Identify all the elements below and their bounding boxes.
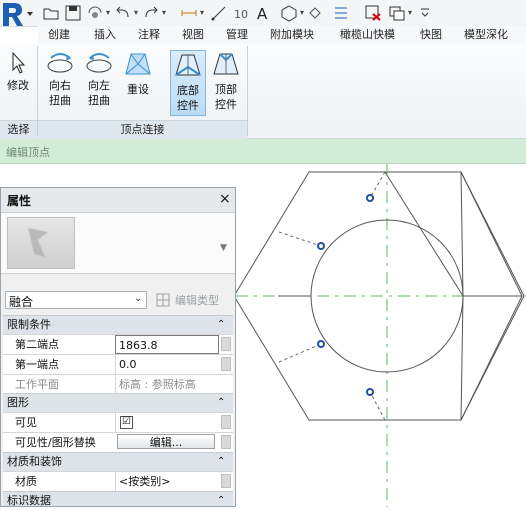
collapse-icon: ⌃ xyxy=(217,319,226,330)
vertex-control[interactable] xyxy=(366,388,374,396)
vertex-control[interactable] xyxy=(317,242,325,250)
panel-vertex-connect-label: 顶点连接 xyxy=(38,120,247,139)
bottom-control-icon xyxy=(175,54,201,76)
type-thumbnail xyxy=(7,217,75,269)
instance-filter-value: 融合 xyxy=(9,295,34,309)
dimension-icon[interactable] xyxy=(210,4,228,22)
tab-addins[interactable]: 附加模块 xyxy=(270,26,314,44)
type-selector[interactable]: ▼ xyxy=(1,213,235,274)
chevron-down-icon: ⌄ xyxy=(134,293,143,304)
twist-left-icon xyxy=(86,53,112,73)
close-hidden-icon[interactable] xyxy=(364,4,382,22)
prop-second-end[interactable]: 第二端点 1863.8 xyxy=(3,334,233,354)
collapse-icon: ⌃ xyxy=(217,456,226,467)
second-end-input[interactable]: 1863.8 xyxy=(115,335,219,354)
bottom-control-label: 底部 控件 xyxy=(177,84,199,112)
svg-text:A: A xyxy=(257,5,268,22)
modify-label: 修改 xyxy=(7,79,29,92)
group-graphics[interactable]: 图形 ⌃ xyxy=(3,393,233,412)
text-icon[interactable]: A xyxy=(254,4,272,23)
ribbon-tab-bar: 创建 插入 注释 视图 管理 附加模块 橄榄山快模 快图 模型深化 xyxy=(38,26,526,44)
tab-insert[interactable]: 插入 xyxy=(94,26,116,44)
open-icon[interactable] xyxy=(42,4,60,22)
tab-create[interactable]: 创建 xyxy=(48,26,70,44)
svg-text:10: 10 xyxy=(234,8,248,21)
context-label: 编辑顶点 xyxy=(6,146,50,159)
reset-icon xyxy=(125,53,151,75)
properties-palette: 属性 × ▼ 融合 ⌄ 编辑类型 限制条件 ⌃ 第二端点 1863.8 第一端点… xyxy=(0,187,236,507)
visibility-override-edit-button[interactable]: 编辑... xyxy=(117,434,215,449)
tab-annotate[interactable]: 注释 xyxy=(138,26,160,44)
vertex-control[interactable] xyxy=(366,194,374,202)
modify-button[interactable]: 修改 xyxy=(2,50,34,116)
drawing-canvas[interactable] xyxy=(233,164,526,507)
3d-view-icon[interactable] xyxy=(280,4,298,22)
thin-lines-icon[interactable] xyxy=(332,4,350,22)
sync-icon[interactable] xyxy=(86,4,104,22)
tab-view[interactable]: 视图 xyxy=(182,26,204,44)
tab-manage[interactable]: 管理 xyxy=(226,26,248,44)
context-bar: 编辑顶点 xyxy=(0,139,526,164)
prop-material[interactable]: 材质 <按类别> xyxy=(3,471,233,491)
circle-profile[interactable] xyxy=(310,219,464,373)
tag-icon[interactable]: 10 xyxy=(232,4,250,22)
twist-right-label: 向右 扭曲 xyxy=(49,79,71,107)
save-icon[interactable] xyxy=(64,4,82,22)
tab-quick-drawing[interactable]: 快图 xyxy=(420,26,442,44)
work-plane-value: 标高 : 参照标高 xyxy=(115,375,219,394)
undo-icon[interactable] xyxy=(114,4,132,22)
customize-icon[interactable] xyxy=(416,4,434,22)
chevron-down-icon[interactable]: ▼ xyxy=(220,243,227,253)
switch-windows-icon[interactable] xyxy=(388,4,406,22)
twist-right-button[interactable]: 向右 扭曲 xyxy=(42,50,78,116)
quick-access-toolbar: ▾ ▾ ▾ ▾ 10 A ▾ ▾ xyxy=(0,0,526,27)
reset-button[interactable]: 重设 xyxy=(120,50,156,116)
bottom-control-button[interactable]: 底部 控件 xyxy=(170,50,206,116)
panel-select-label: 选择 xyxy=(0,120,37,139)
redo-icon[interactable] xyxy=(142,4,160,22)
instance-filter-dropdown[interactable]: 融合 ⌄ xyxy=(5,291,147,309)
vertex-control[interactable] xyxy=(317,340,325,348)
visible-checkbox[interactable]: ☑ xyxy=(120,416,133,429)
top-control-button[interactable]: 顶部 控件 xyxy=(208,50,244,116)
first-end-input[interactable]: 0.0 xyxy=(115,355,219,374)
prop-first-end[interactable]: 第一端点 0.0 xyxy=(3,354,233,374)
prop-work-plane: 工作平面 标高 : 参照标高 xyxy=(3,374,233,394)
material-value[interactable]: <按类别> xyxy=(115,472,219,491)
ribbon: 修改 向右 扭曲 向左 扭曲 重设 底部 控件 顶部 控件 选择 顶点连接 xyxy=(0,44,526,139)
measure-icon[interactable] xyxy=(180,4,198,22)
tab-olive-quick[interactable]: 橄榄山快模 xyxy=(340,26,395,44)
edit-type-button[interactable]: 编辑类型 xyxy=(151,291,235,309)
edit-type-icon xyxy=(156,293,170,307)
group-constraints[interactable]: 限制条件 ⌃ xyxy=(3,315,233,334)
group-materials[interactable]: 材质和装饰 ⌃ xyxy=(3,452,233,471)
prop-visible[interactable]: 可见 ☑ xyxy=(3,412,233,432)
app-logo-icon[interactable] xyxy=(0,0,38,38)
top-control-icon xyxy=(213,53,239,75)
close-icon[interactable]: × xyxy=(219,191,231,207)
modify-cursor-icon xyxy=(12,51,26,74)
twist-left-button[interactable]: 向左 扭曲 xyxy=(80,50,118,116)
prop-visibility-override[interactable]: 可见性/图形替换 编辑... xyxy=(3,432,233,452)
top-control-label: 顶部 控件 xyxy=(215,83,237,111)
collapse-icon: ⌃ xyxy=(217,495,226,506)
collapse-icon: ⌃ xyxy=(217,397,226,408)
section-icon[interactable] xyxy=(306,4,324,22)
twist-left-label: 向左 扭曲 xyxy=(88,79,110,107)
tab-model-detail[interactable]: 模型深化 xyxy=(464,26,508,44)
twist-right-icon xyxy=(47,53,73,73)
properties-header: 属性 × xyxy=(1,188,235,213)
edit-type-label: 编辑类型 xyxy=(175,294,219,307)
reset-label: 重设 xyxy=(127,83,149,96)
properties-title: 属性 xyxy=(7,194,32,208)
group-identity[interactable]: 标识数据 ⌃ xyxy=(3,491,233,506)
